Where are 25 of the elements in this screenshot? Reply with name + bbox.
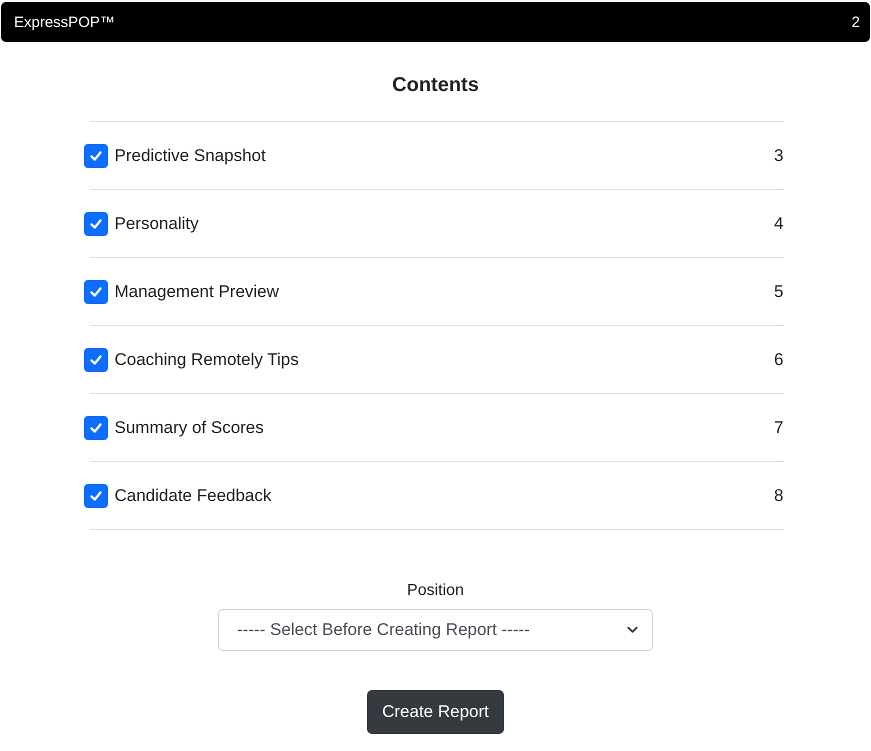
checkbox[interactable] [84, 212, 108, 236]
page-number: 6 [774, 350, 784, 370]
contents-heading: Contents [392, 73, 479, 97]
app-title: ExpressPOP™ [14, 14, 115, 30]
page-number: 2 [852, 14, 860, 30]
section-label: Personality [114, 214, 199, 234]
section-label: Predictive Snapshot [114, 146, 266, 166]
page-number: 4 [774, 214, 784, 234]
section-label: Management Preview [114, 282, 279, 302]
create-report-button[interactable]: Create Report [367, 690, 504, 734]
page-number: 8 [774, 486, 784, 506]
page-number: 7 [774, 418, 784, 438]
page-number: 5 [774, 282, 784, 302]
checkbox[interactable] [84, 280, 108, 304]
position-label: Position [407, 582, 464, 600]
checkbox[interactable] [84, 348, 108, 372]
checkbox[interactable] [84, 484, 108, 508]
section-label: Summary of Scores [114, 418, 264, 438]
page-number: 3 [774, 146, 784, 166]
section-label: Candidate Feedback [114, 486, 272, 506]
position-select[interactable]: ----- Select Before Creating Report ----- [218, 609, 653, 651]
section-label: Coaching Remotely Tips [114, 350, 299, 370]
chevron-down-icon [627, 626, 638, 634]
checkbox[interactable] [84, 144, 108, 168]
checkbox[interactable] [84, 416, 108, 440]
